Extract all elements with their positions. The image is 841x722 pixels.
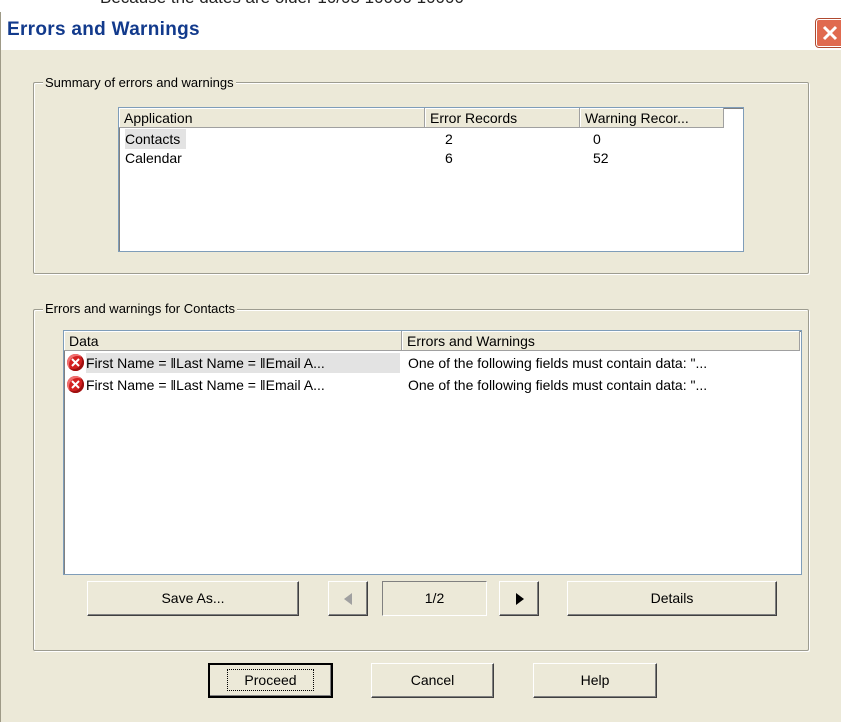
help-button[interactable]: Help	[533, 663, 657, 698]
row-application: Contacts	[125, 129, 187, 149]
triangle-left-icon	[344, 593, 352, 605]
close-button[interactable]	[816, 19, 841, 47]
column-header-error-records[interactable]: Error Records	[425, 108, 580, 128]
details-button[interactable]: Details	[567, 581, 777, 616]
triangle-right-icon	[516, 593, 524, 605]
row-data: First Name = ‖Last Name = ‖Email A...	[86, 377, 325, 393]
error-icon	[67, 354, 84, 371]
row-data: First Name = ‖Last Name = ‖Email A...	[86, 353, 400, 373]
details-label: Details	[650, 590, 694, 606]
column-header-errors-and-warnings[interactable]: Errors and Warnings	[402, 331, 800, 351]
row-warning-records: 0	[593, 131, 601, 147]
close-icon	[822, 25, 838, 41]
proceed-button[interactable]: Proceed	[208, 663, 333, 698]
page-indicator: 1/2	[382, 581, 487, 616]
column-header-warning-records[interactable]: Warning Recor...	[580, 108, 724, 128]
column-header-data[interactable]: Data	[64, 331, 402, 351]
proceed-label: Proceed	[227, 669, 314, 691]
cancel-button[interactable]: Cancel	[371, 663, 494, 698]
row-message: One of the following fields must contain…	[408, 377, 708, 393]
error-icon	[67, 376, 84, 393]
save-as-button[interactable]: Save As...	[87, 581, 299, 616]
details-legend: Errors and warnings for Contacts	[43, 301, 238, 316]
next-page-button[interactable]	[499, 581, 539, 616]
help-label: Help	[580, 672, 610, 688]
save-as-label: Save As...	[161, 590, 225, 606]
row-error-records: 2	[445, 131, 453, 147]
row-application: Calendar	[125, 150, 182, 166]
details-list[interactable]: Data Errors and Warnings First Name = ‖L…	[63, 330, 802, 575]
summary-legend: Summary of errors and warnings	[43, 75, 236, 90]
row-message: One of the following fields must contain…	[408, 355, 708, 371]
summary-list[interactable]: Application Error Records Warning Recor.…	[118, 107, 744, 252]
cancel-label: Cancel	[410, 672, 455, 688]
errors-warnings-dialog: Errors and Warnings Summary of errors an…	[0, 12, 841, 722]
background-text: Because the dates are older 10/05 10000 …	[100, 0, 464, 8]
row-error-records: 6	[445, 150, 453, 166]
title-bar[interactable]: Errors and Warnings	[1, 12, 841, 50]
window-title: Errors and Warnings	[7, 19, 200, 40]
prev-page-button[interactable]	[328, 581, 368, 616]
column-header-application[interactable]: Application	[119, 108, 425, 128]
row-warning-records: 52	[593, 150, 609, 166]
